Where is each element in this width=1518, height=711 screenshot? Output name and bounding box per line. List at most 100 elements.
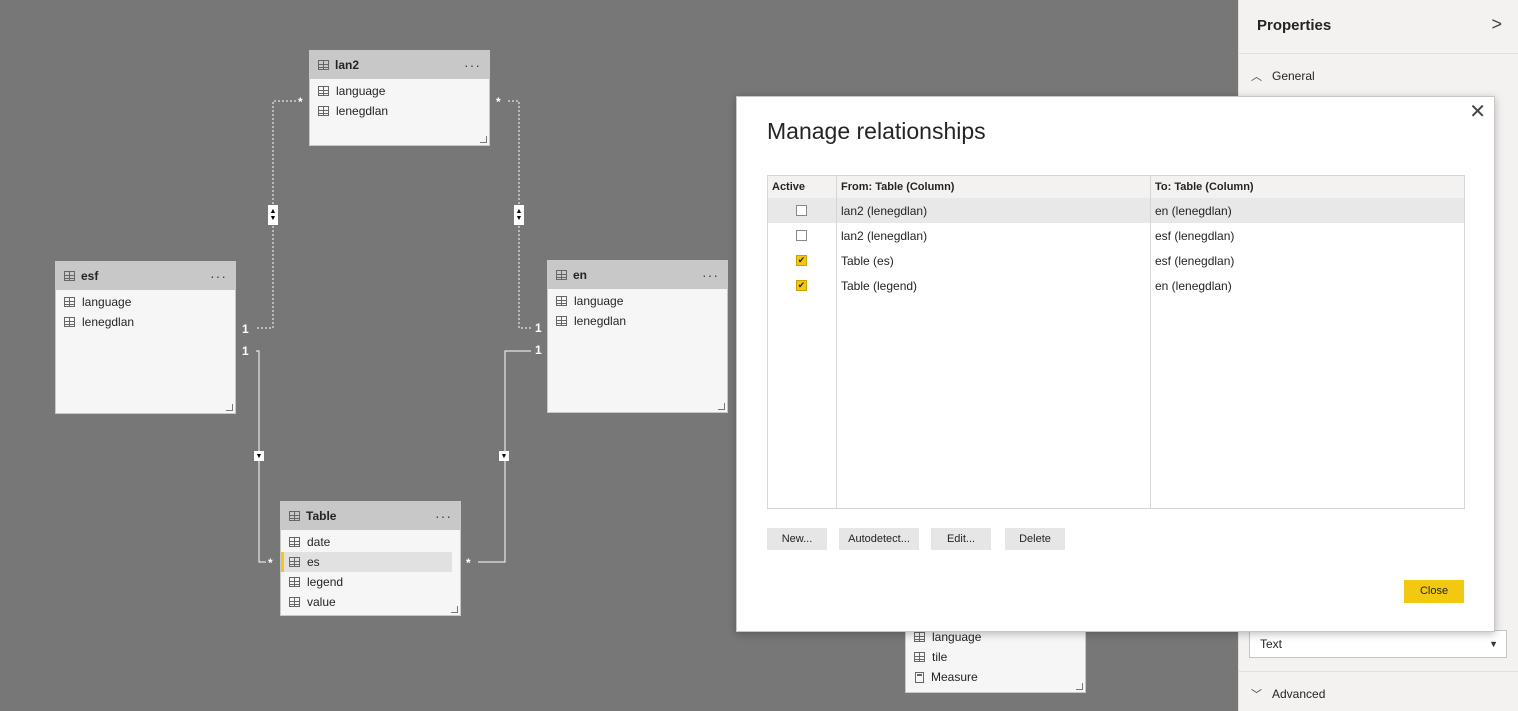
- resize-handle[interactable]: [480, 136, 487, 143]
- column-name: language: [574, 294, 624, 308]
- relationship-row[interactable]: lan2 (lenegdlan) en (lenegdlan): [768, 198, 1464, 223]
- resize-handle[interactable]: [718, 403, 725, 410]
- table-header-row: Active From: Table (Column) To: Table (C…: [768, 176, 1464, 199]
- close-icon[interactable]: ✕: [1469, 99, 1486, 124]
- table-column[interactable]: date: [281, 532, 460, 552]
- to-cell: en (lenegdlan): [1155, 279, 1232, 293]
- column-name: value: [307, 595, 336, 609]
- column-icon: [914, 652, 925, 662]
- header-active[interactable]: Active: [772, 181, 805, 193]
- table-column[interactable]: value: [281, 592, 460, 612]
- data-type-select[interactable]: Text ▼: [1249, 630, 1507, 658]
- cross-filter-arrow-icon[interactable]: ▼: [254, 451, 264, 461]
- table-column[interactable]: tile: [906, 647, 1085, 667]
- select-value: Text: [1260, 637, 1283, 651]
- table-header[interactable]: lan2 ···: [310, 51, 489, 79]
- chevron-right-icon[interactable]: >: [1491, 14, 1502, 35]
- table-column[interactable]: language: [548, 291, 727, 311]
- table-column[interactable]: lenegdlan: [56, 312, 235, 332]
- table-icon: [556, 270, 567, 280]
- column-icon: [64, 297, 75, 307]
- chevron-down-icon: ﹀: [1251, 689, 1262, 701]
- table-column-selected[interactable]: es: [281, 552, 452, 572]
- cardinality-one-esf-table: 1: [242, 344, 249, 358]
- from-cell: Table (legend): [841, 279, 918, 293]
- section-label: General: [1272, 69, 1315, 83]
- table-icon: [289, 511, 300, 521]
- table-column[interactable]: legend: [281, 572, 460, 592]
- cross-filter-arrow-icon[interactable]: ▲ ▼: [268, 205, 278, 225]
- model-table-table[interactable]: Table ··· date es legend value: [280, 501, 461, 616]
- column-name: language: [82, 295, 132, 309]
- edit-button[interactable]: Edit...: [931, 528, 991, 550]
- column-name: language: [336, 84, 386, 98]
- column-icon: [289, 597, 300, 607]
- more-options-icon[interactable]: ···: [464, 57, 481, 73]
- cross-filter-arrow-icon[interactable]: ▼: [499, 451, 509, 461]
- cross-filter-arrow-icon[interactable]: ▲ ▼: [514, 205, 524, 225]
- dropdown-arrow-icon: ▼: [1489, 639, 1498, 649]
- relationship-row[interactable]: lan2 (lenegdlan) esf (lenegdlan): [768, 223, 1464, 248]
- table-name: en: [573, 268, 588, 282]
- resize-handle[interactable]: [451, 606, 458, 613]
- column-icon: [318, 106, 329, 116]
- column-icon: [289, 537, 300, 547]
- cardinality-many-lan2-en: *: [496, 95, 501, 109]
- column-name: lenegdlan: [336, 104, 389, 118]
- header-from[interactable]: From: Table (Column): [841, 181, 954, 193]
- delete-button[interactable]: Delete: [1005, 528, 1065, 550]
- model-table-esf[interactable]: esf ··· language lenegdlan: [55, 261, 236, 414]
- manage-relationships-dialog: Manage relationships ✕ Active From: Tabl…: [736, 96, 1495, 632]
- table-header[interactable]: en ···: [548, 261, 727, 289]
- column-icon: [914, 632, 925, 642]
- column-divider: [836, 176, 837, 508]
- model-table-lan2[interactable]: lan2 ··· language lenegdlan: [309, 50, 490, 146]
- table-header[interactable]: esf ···: [56, 262, 235, 290]
- header-to[interactable]: To: Table (Column): [1155, 181, 1254, 193]
- cardinality-one-en-table: 1: [535, 343, 542, 357]
- column-name: lenegdlan: [574, 314, 627, 328]
- section-advanced[interactable]: ﹀ Advanced: [1251, 686, 1325, 702]
- table-column[interactable]: language: [310, 81, 489, 101]
- column-name: es: [307, 555, 320, 569]
- table-column[interactable]: lenegdlan: [548, 311, 727, 331]
- to-cell: esf (lenegdlan): [1155, 254, 1235, 268]
- table-header[interactable]: Table ···: [281, 502, 460, 530]
- section-general[interactable]: ︿ General: [1251, 68, 1315, 84]
- column-name: legend: [307, 575, 344, 589]
- cardinality-many-table-esf: *: [268, 556, 273, 570]
- column-icon: [556, 316, 567, 326]
- table-column[interactable]: lenegdlan: [310, 101, 489, 121]
- resize-handle[interactable]: [1076, 683, 1083, 690]
- active-checkbox[interactable]: ✔: [796, 255, 807, 266]
- close-button[interactable]: Close: [1404, 580, 1464, 603]
- column-name: Measure: [931, 670, 978, 684]
- column-icon: [318, 86, 329, 96]
- more-options-icon[interactable]: ···: [702, 267, 719, 283]
- dialog-title: Manage relationships: [767, 118, 986, 144]
- chevron-up-icon: ︿: [1251, 71, 1262, 83]
- table-name: esf: [81, 269, 99, 283]
- more-options-icon[interactable]: ···: [435, 508, 452, 524]
- from-cell: lan2 (lenegdlan): [841, 204, 928, 218]
- column-name: tile: [932, 650, 948, 664]
- resize-handle[interactable]: [226, 404, 233, 411]
- new-button[interactable]: New...: [767, 528, 827, 550]
- column-name: language: [932, 630, 982, 644]
- table-measure[interactable]: Measure: [906, 667, 1085, 687]
- active-checkbox[interactable]: [796, 230, 807, 241]
- table-name: lan2: [335, 58, 360, 72]
- to-cell: en (lenegdlan): [1155, 204, 1232, 218]
- relationship-row[interactable]: ✔ Table (legend) en (lenegdlan): [768, 273, 1464, 298]
- column-icon: [64, 317, 75, 327]
- active-checkbox[interactable]: ✔: [796, 280, 807, 291]
- table-icon: [318, 60, 329, 70]
- more-options-icon[interactable]: ···: [210, 268, 227, 284]
- active-checkbox[interactable]: [796, 205, 807, 216]
- relationship-row[interactable]: ✔ Table (es) esf (lenegdlan): [768, 248, 1464, 273]
- autodetect-button[interactable]: Autodetect...: [839, 528, 919, 550]
- table-icon: [64, 271, 75, 281]
- divider: [1239, 671, 1518, 672]
- model-table-en[interactable]: en ··· language lenegdlan: [547, 260, 728, 413]
- table-column[interactable]: language: [56, 292, 235, 312]
